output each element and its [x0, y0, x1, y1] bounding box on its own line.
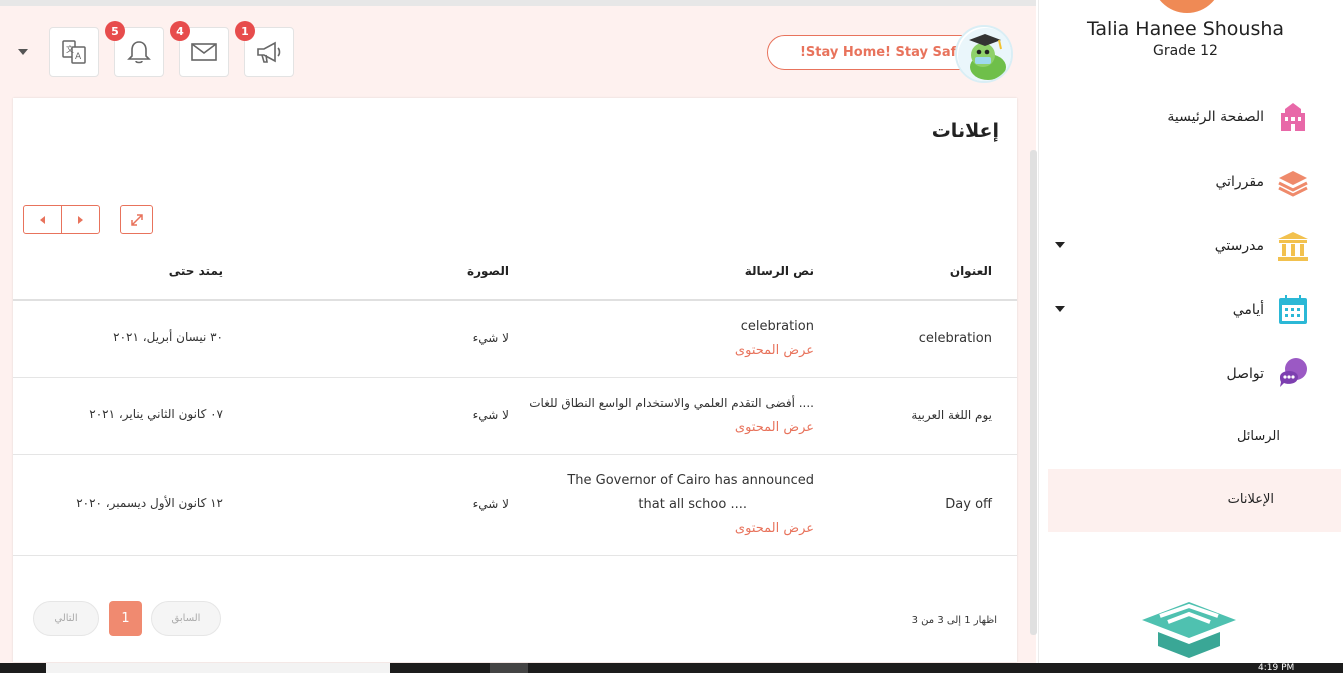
- sidebar-item-my-courses[interactable]: مقرراتي: [1215, 162, 1310, 202]
- col-header-image: الصورة: [467, 264, 509, 278]
- col-header-message: نص الرسالة: [744, 264, 814, 278]
- row-message: celebration: [740, 319, 814, 334]
- translate-button[interactable]: 文 A: [49, 27, 99, 77]
- caret-right-icon: [78, 215, 83, 224]
- my-days-caret-icon[interactable]: [1055, 306, 1065, 312]
- sidebar-subitem-messages[interactable]: الرسائل: [1237, 429, 1280, 444]
- previous-page-button[interactable]: السابق: [151, 601, 221, 636]
- pagination-info: اظهار 1 إلى 3 من 3: [911, 615, 997, 626]
- announcements-count-badge: 1: [235, 21, 255, 41]
- sidebar-item-home[interactable]: الصفحة الرئيسية: [1167, 97, 1310, 137]
- notifications-count-badge: 5: [105, 21, 125, 41]
- row-divider: [13, 555, 1017, 556]
- announcements-card: إعلانات العنوان نص الرسالة الصورة يمتد ح…: [13, 98, 1017, 662]
- next-page-button[interactable]: التالي: [33, 601, 99, 636]
- sidebar-item-label: الصفحة الرئيسية: [1167, 109, 1264, 125]
- user-name: Talia Hanee Shousha: [1086, 18, 1285, 40]
- expand-icon: [130, 213, 143, 226]
- megaphone-icon: [257, 41, 281, 63]
- chat-bubbles-icon: [1276, 357, 1310, 391]
- caret-left-icon: [40, 215, 45, 224]
- row-image: لا شيء: [472, 331, 509, 345]
- taskbar-clock: 4:19 PM: [1258, 663, 1295, 673]
- svg-text:A: A: [75, 52, 82, 62]
- sidebar-item-my-days[interactable]: أيامي: [1233, 290, 1310, 330]
- messages-count-badge: 4: [170, 21, 190, 41]
- user-grade: Grade 12: [1153, 43, 1218, 59]
- row-title: celebration: [918, 331, 992, 346]
- taskbar-app-button[interactable]: [490, 663, 528, 673]
- svg-text:文: 文: [66, 44, 74, 54]
- scrollbar[interactable]: [1030, 150, 1037, 635]
- col-header-valid-until: يمتد حتى: [168, 264, 223, 278]
- page-title: إعلانات: [931, 120, 999, 142]
- carousel-nav: [23, 205, 100, 234]
- row-title: Day off: [945, 497, 992, 512]
- row-valid-until: ١٢ كانون الأول ديسمبر، ٢٠٢٠: [76, 496, 223, 510]
- col-header-title: العنوان: [949, 264, 992, 278]
- sidebar-item-label: مقرراتي: [1215, 174, 1264, 190]
- notifications-button[interactable]: 5: [105, 21, 164, 77]
- envelope-icon: [191, 43, 217, 61]
- row-divider: [13, 377, 1017, 378]
- header-divider: [13, 299, 1017, 301]
- stay-safe-banner: !Stay Home! Stay Safe: [767, 35, 979, 70]
- row-divider: [13, 454, 1017, 455]
- platform-logo: [1134, 598, 1244, 664]
- sidebar-subitem-announcements[interactable]: الإعلانات: [1228, 492, 1274, 507]
- sidebar-item-label: تواصل: [1226, 366, 1264, 382]
- graduation-logo-icon: [1142, 602, 1236, 658]
- announcements-button[interactable]: 1: [235, 21, 294, 77]
- row-message-continued: that all schoo ....: [638, 497, 747, 512]
- avatar[interactable]: [1152, 0, 1222, 13]
- sidebar-subitem-active-bg: [1048, 469, 1341, 532]
- account-menu-caret-icon[interactable]: [18, 49, 28, 55]
- messages-button[interactable]: 4: [170, 21, 229, 77]
- taskbar-search-box[interactable]: [46, 663, 390, 673]
- bell-icon: [127, 41, 151, 64]
- view-content-link[interactable]: عرض المحتوى: [735, 343, 814, 358]
- row-message: The Governor of Cairo has announced: [567, 473, 814, 488]
- view-content-link[interactable]: عرض المحتوى: [735, 420, 814, 435]
- calendar-icon: [1276, 293, 1310, 327]
- institution-icon: [1276, 229, 1310, 263]
- sidebar-item-communication[interactable]: تواصل: [1226, 354, 1310, 394]
- row-valid-until: ٠٧ كانون الثاني يناير، ٢٠٢١: [89, 407, 223, 421]
- my-school-caret-icon[interactable]: [1055, 242, 1065, 248]
- expand-button[interactable]: [120, 205, 153, 234]
- app-page: 文 A 5 4 1 !Stay Home! Stay Safe إعلانات …: [0, 0, 1343, 673]
- stacked-books-icon: [1276, 165, 1310, 199]
- row-valid-until: ٣٠ نيسان أبريل، ٢٠٢١: [113, 330, 223, 344]
- stay-safe-text: !Stay Home! Stay Safe: [800, 45, 966, 60]
- sidebar-item-my-school[interactable]: مدرستي: [1215, 226, 1310, 266]
- translate-icon: 文 A: [62, 40, 86, 64]
- sidebar-item-label: مدرستي: [1214, 238, 1264, 254]
- school-building-icon: [1276, 100, 1310, 134]
- row-image: لا شيء: [472, 408, 509, 422]
- current-page-button[interactable]: 1: [109, 601, 142, 636]
- row-image: لا شيء: [472, 497, 509, 511]
- view-content-link[interactable]: عرض المحتوى: [735, 521, 814, 536]
- sidebar-item-label: أيامي: [1232, 302, 1264, 318]
- next-button[interactable]: [61, 206, 99, 233]
- prev-button[interactable]: [24, 206, 61, 233]
- sidebar: Talia Hanee Shousha Grade 12 الصفحة الرئ…: [1038, 0, 1343, 663]
- row-title: يوم اللغة العربية: [911, 408, 992, 422]
- row-message: أفضى التقدم العلمي والاستخدام الواسع الن…: [529, 396, 814, 410]
- mascot-avatar: [955, 25, 1013, 83]
